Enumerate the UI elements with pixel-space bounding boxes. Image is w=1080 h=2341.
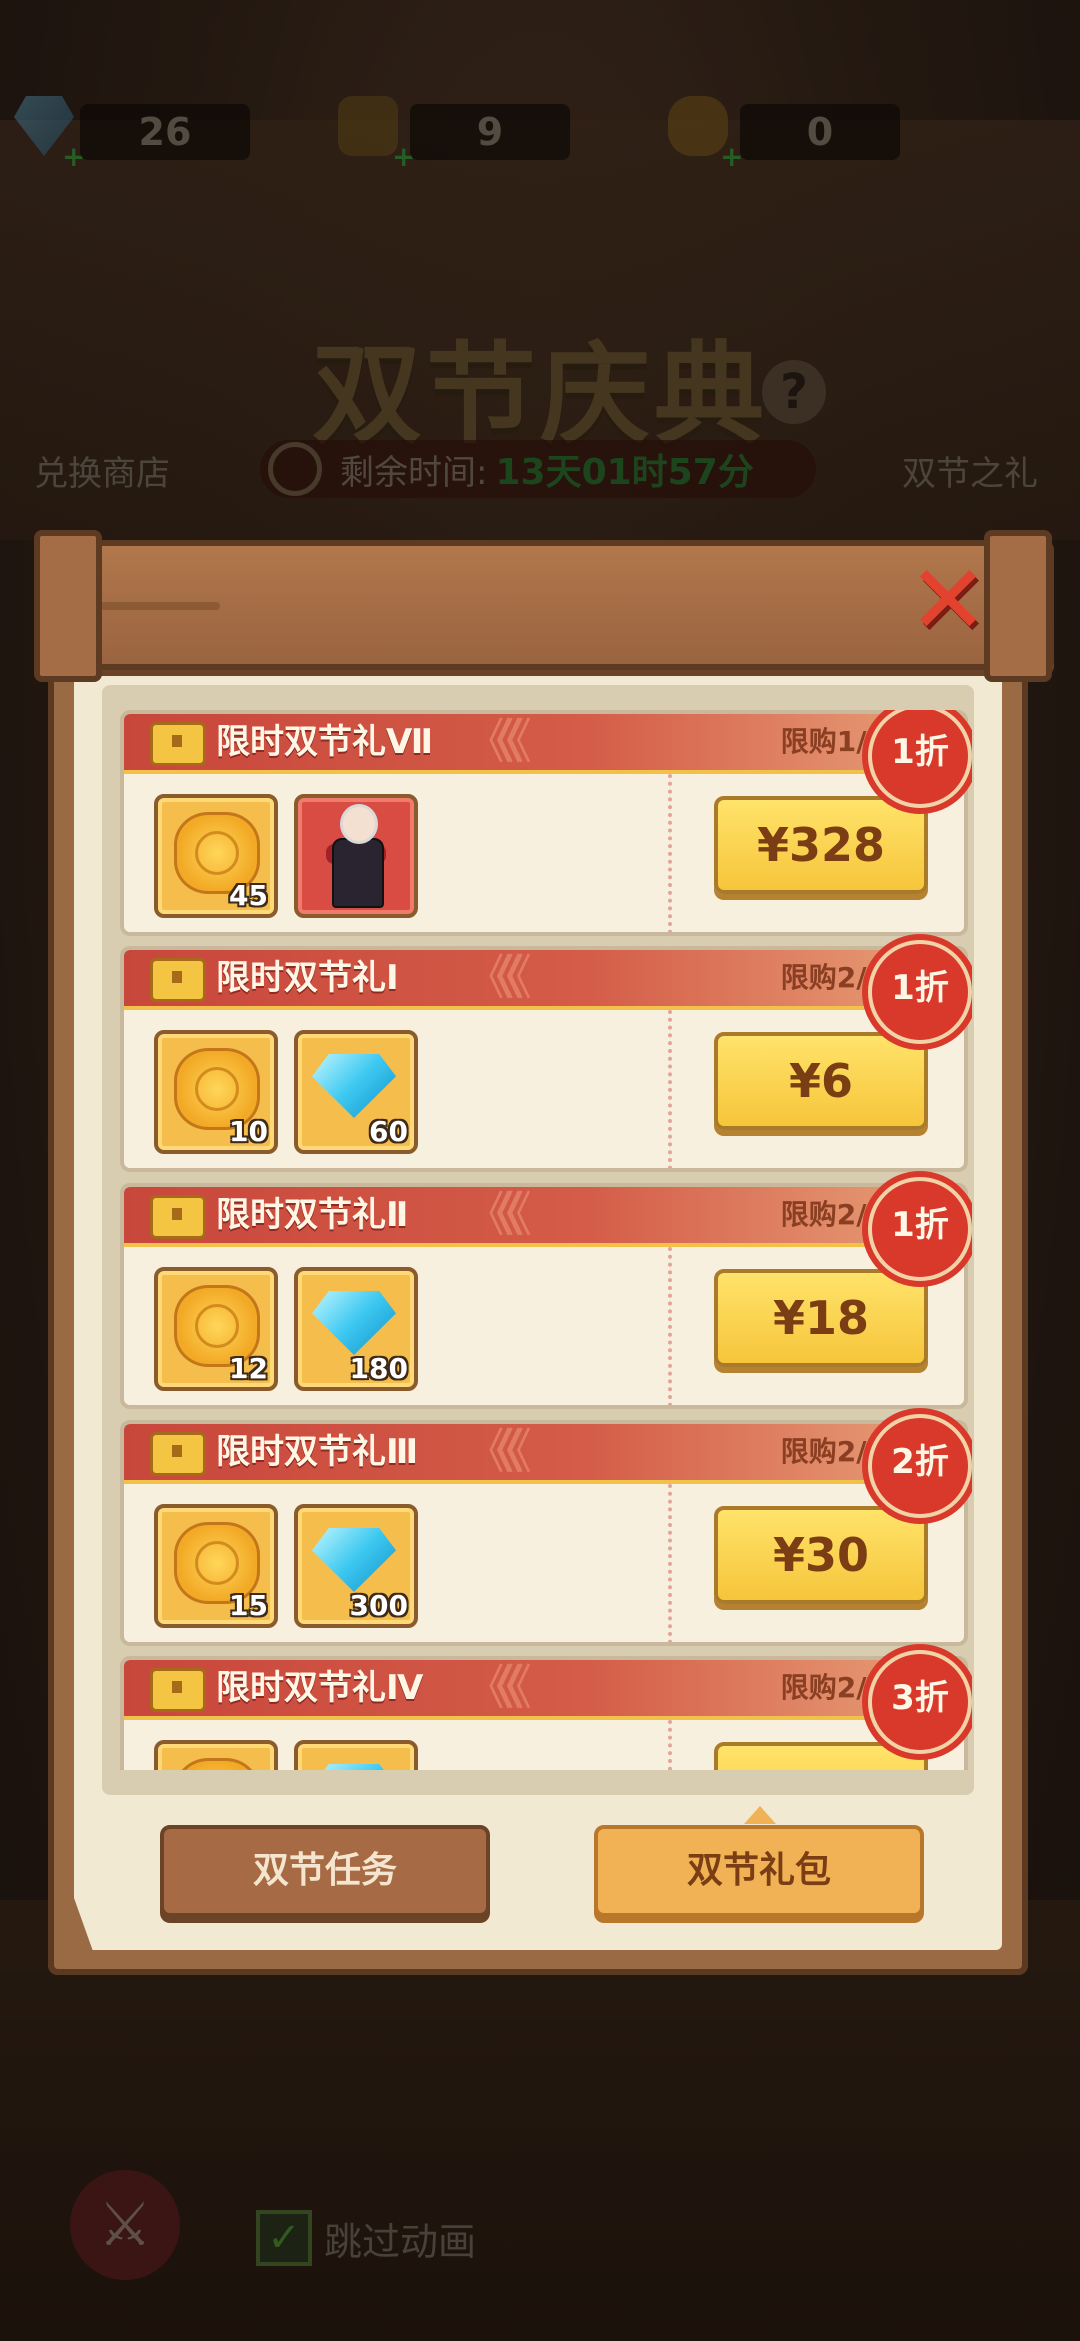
pack-card: 《《《 限时双节礼Ⅶ 限购1/1 45 ¥328 1折	[120, 710, 972, 936]
reward-item[interactable]: 10	[154, 1030, 278, 1154]
item-count: 45	[229, 879, 268, 912]
discount-badge: 3折	[868, 1650, 972, 1754]
dotted-divider	[668, 1720, 672, 1770]
diamond-icon	[312, 1291, 396, 1355]
dotted-divider	[668, 1010, 672, 1168]
tab-festival-tasks[interactable]: 双节任务	[160, 1825, 490, 1917]
pack-header: 《《《 限时双节礼Ⅳ 限购2/2	[124, 1660, 964, 1720]
tab-festival-gifts[interactable]: 双节礼包	[594, 1825, 924, 1917]
reward-item[interactable]: 60	[294, 1030, 418, 1154]
reward-item[interactable]	[294, 794, 418, 918]
diamond-icon	[312, 1764, 396, 1770]
item-count: 180	[349, 1352, 408, 1385]
pack-title: 限时双节礼Ⅳ	[216, 1668, 424, 1708]
gift-pack-modal: ✕ 《《《 限时双节礼Ⅶ 限购1/1 45 ¥328 1折 《《《 限时双节礼Ⅰ…	[34, 530, 1054, 1975]
diamond-icon	[312, 1054, 396, 1118]
diamond-icon	[312, 1528, 396, 1592]
buy-button[interactable]: ¥6	[714, 1032, 928, 1130]
reward-item[interactable]: 180	[294, 1267, 418, 1391]
pack-card: 《《《 限时双节礼Ⅰ 限购2/2 10 60 ¥6 1折	[120, 940, 972, 1172]
pack-title: 限时双节礼Ⅲ	[216, 1432, 419, 1472]
reward-item[interactable]: 300	[294, 1504, 418, 1628]
chevron-decoration: 《《《	[464, 950, 532, 1006]
buy-button[interactable]: ¥328	[714, 796, 928, 894]
item-count: 300	[349, 1589, 408, 1622]
item-count: 15	[229, 1589, 268, 1622]
buy-button[interactable]: ¥30	[714, 1506, 928, 1604]
discount-badge: 2折	[868, 1414, 972, 1518]
pack-header: 《《《 限时双节礼Ⅲ 限购2/2	[124, 1424, 964, 1484]
pack-title: 限时双节礼Ⅰ	[216, 958, 399, 998]
chevron-decoration: 《《《	[464, 1424, 532, 1480]
mooncake-icon	[174, 1758, 260, 1770]
reward-item[interactable]: 15	[154, 1504, 278, 1628]
pack-title: 限时双节礼Ⅱ	[216, 1195, 409, 1235]
pack-header: 《《《 限时双节礼Ⅶ 限购1/1	[124, 714, 964, 774]
buy-button[interactable]: ¥18	[714, 1269, 928, 1367]
pack-title: 限时双节礼Ⅶ	[216, 722, 434, 762]
chevron-decoration: 《《《	[464, 1660, 532, 1716]
item-count: 12	[229, 1352, 268, 1385]
reward-item[interactable]	[294, 1740, 418, 1770]
pack-card: 《《《 限时双节礼Ⅳ 限购2/2 3折	[120, 1650, 972, 1770]
pack-list[interactable]: 《《《 限时双节礼Ⅶ 限购1/1 45 ¥328 1折 《《《 限时双节礼Ⅰ 限…	[120, 710, 972, 1770]
item-count: 60	[369, 1115, 408, 1148]
close-button[interactable]: ✕	[898, 550, 998, 650]
chest-icon	[150, 1432, 206, 1476]
chest-icon	[150, 958, 206, 1002]
pack-card: 《《《 限时双节礼Ⅱ 限购2/2 12 180 ¥18 1折	[120, 1177, 972, 1409]
dotted-divider	[668, 1484, 672, 1642]
chevron-decoration: 《《《	[464, 714, 532, 770]
pack-header: 《《《 限时双节礼Ⅱ 限购2/2	[124, 1187, 964, 1247]
chevron-decoration: 《《《	[464, 1187, 532, 1243]
reward-item[interactable]	[154, 1740, 278, 1770]
dotted-divider	[668, 774, 672, 932]
hero-icon	[326, 804, 386, 908]
item-count: 10	[229, 1115, 268, 1148]
discount-badge: 1折	[868, 940, 972, 1044]
chest-icon	[150, 722, 206, 766]
pack-card: 《《《 限时双节礼Ⅲ 限购2/2 15 300 ¥30 2折	[120, 1414, 972, 1646]
reward-item[interactable]: 45	[154, 794, 278, 918]
left-post	[34, 530, 102, 682]
reward-item[interactable]: 12	[154, 1267, 278, 1391]
chest-icon	[150, 1195, 206, 1239]
discount-badge: 1折	[868, 1177, 972, 1281]
chest-icon	[150, 1668, 206, 1712]
active-tab-indicator	[744, 1806, 776, 1824]
pack-header: 《《《 限时双节礼Ⅰ 限购2/2	[124, 950, 964, 1010]
dotted-divider	[668, 1247, 672, 1405]
